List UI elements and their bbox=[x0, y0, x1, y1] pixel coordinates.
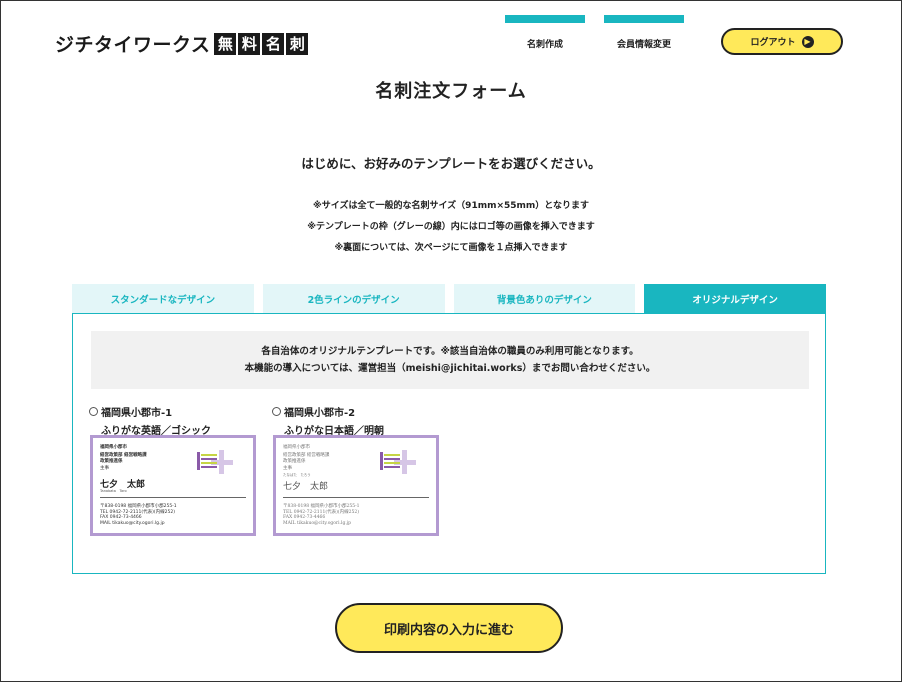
note-line: ※裏面については、次ページにて画像を１点挿入できます bbox=[334, 243, 568, 253]
card-name: 七夕 太郎 bbox=[283, 482, 329, 492]
nav-label: 会員情報変更 bbox=[616, 40, 671, 50]
card-mail: MAIL tikakuo@city.ogori.lg.jp bbox=[283, 521, 352, 526]
card-title: 主事 bbox=[283, 466, 292, 471]
note-line: ※サイズは全て一般的な名刺サイズ（91mm×55mm）となります bbox=[312, 201, 590, 211]
card-reading: Tanabata Taro bbox=[100, 489, 127, 493]
template-preview-2[interactable]: 福岡県小郡市 経営政策部 経営戦略課 政策推進係 主事 たなばた たろう 七夕 … bbox=[273, 435, 439, 536]
tab-background-color[interactable]: 背景色ありのデザイン bbox=[453, 284, 636, 313]
radio-icon[interactable] bbox=[89, 407, 98, 416]
card-section: 政策推進係 bbox=[100, 459, 123, 464]
template-option-1: 福岡県小郡市-1 ふりがな英語／ゴシック bbox=[89, 404, 211, 437]
note-line: ※テンプレートの枠（グレーの線）内にはロゴ等の画像を挿入できます bbox=[307, 222, 595, 232]
logo-box: 名 bbox=[262, 32, 285, 55]
notice-line: 各自治体のオリジナルテンプレートです。※該当自治体の職員のみ利用可能となります。 bbox=[261, 346, 639, 357]
card-section: 政策推進係 bbox=[283, 459, 306, 464]
notice-box: 各自治体のオリジナルテンプレートです。※該当自治体の職員のみ利用可能となります。… bbox=[91, 331, 809, 389]
logo-text: ジチタイワークス bbox=[55, 34, 211, 56]
template-radio-1[interactable]: 福岡県小郡市-1 bbox=[89, 404, 211, 419]
page-title: 名刺注文フォーム bbox=[375, 81, 527, 102]
template-option-2: 福岡県小郡市-2 ふりがな日本語／明朝 bbox=[272, 404, 384, 437]
template-name: 福岡県小郡市-1 bbox=[101, 408, 173, 419]
radio-icon[interactable] bbox=[272, 407, 281, 416]
card-title: 主事 bbox=[100, 466, 109, 471]
nav-member-info[interactable]: 会員情報変更 bbox=[604, 15, 684, 50]
proceed-to-input-button[interactable]: 印刷内容の入力に進む bbox=[335, 603, 563, 653]
card-fax: FAX 0942-73-4466 bbox=[100, 515, 142, 520]
card-mail: MAIL tikakuo@city.ogori.lg.jp bbox=[100, 521, 165, 526]
logo-box: 無 bbox=[214, 32, 237, 55]
nav-indicator bbox=[604, 15, 684, 23]
city-emblem-icon bbox=[197, 450, 233, 474]
logout-label: ログアウト bbox=[750, 38, 796, 48]
card-fax: FAX 0942-73-4466 bbox=[283, 515, 326, 520]
intro-text: はじめに、お好みのテンプレートをお選びください。 bbox=[301, 156, 601, 171]
logo-box: 料 bbox=[238, 32, 261, 55]
tab-two-color-line[interactable]: 2色ラインのデザイン bbox=[262, 284, 445, 313]
template-preview-1[interactable]: 福岡県小郡市 経営政策部 経営戦略課 政策推進係 主事 七夕 太郎 Tanaba… bbox=[90, 435, 256, 536]
logo-boxes: 無 料 名 刺 bbox=[214, 32, 309, 55]
logout-button[interactable]: ログアウト ▶ bbox=[721, 28, 843, 55]
city-emblem-icon bbox=[380, 450, 416, 474]
card-org: 福岡県小郡市 bbox=[283, 445, 310, 450]
nav-label: 名刺作成 bbox=[526, 40, 563, 50]
arrow-right-circle-icon: ▶ bbox=[801, 35, 814, 48]
site-logo[interactable]: ジチタイワークス 無 料 名 刺 bbox=[55, 30, 309, 57]
card-org: 福岡県小郡市 bbox=[100, 445, 127, 450]
tab-original[interactable]: オリジナルデザイン bbox=[644, 284, 826, 313]
nav-indicator bbox=[505, 15, 585, 23]
logo-box: 刺 bbox=[286, 32, 309, 55]
notes: ※サイズは全て一般的な名刺サイズ（91mm×55mm）となります ※テンプレート… bbox=[0, 196, 902, 259]
template-name: 福岡県小郡市-2 bbox=[284, 408, 356, 419]
notice-line: 本機能の導入については、運営担当（meishi@jichitai.works）ま… bbox=[244, 363, 656, 374]
template-tabs: スタンダードなデザイン 2色ラインのデザイン 背景色ありのデザイン オリジナルデ… bbox=[72, 284, 826, 313]
card-divider bbox=[283, 497, 429, 498]
tab-panel-original: 各自治体のオリジナルテンプレートです。※該当自治体の職員のみ利用可能となります。… bbox=[72, 313, 826, 574]
card-divider bbox=[100, 497, 246, 498]
tab-standard[interactable]: スタンダードなデザイン bbox=[72, 284, 254, 313]
template-radio-2[interactable]: 福岡県小郡市-2 bbox=[272, 404, 384, 419]
card-reading: たなばた たろう bbox=[283, 473, 311, 477]
nav-create-card[interactable]: 名刺作成 bbox=[505, 15, 585, 50]
